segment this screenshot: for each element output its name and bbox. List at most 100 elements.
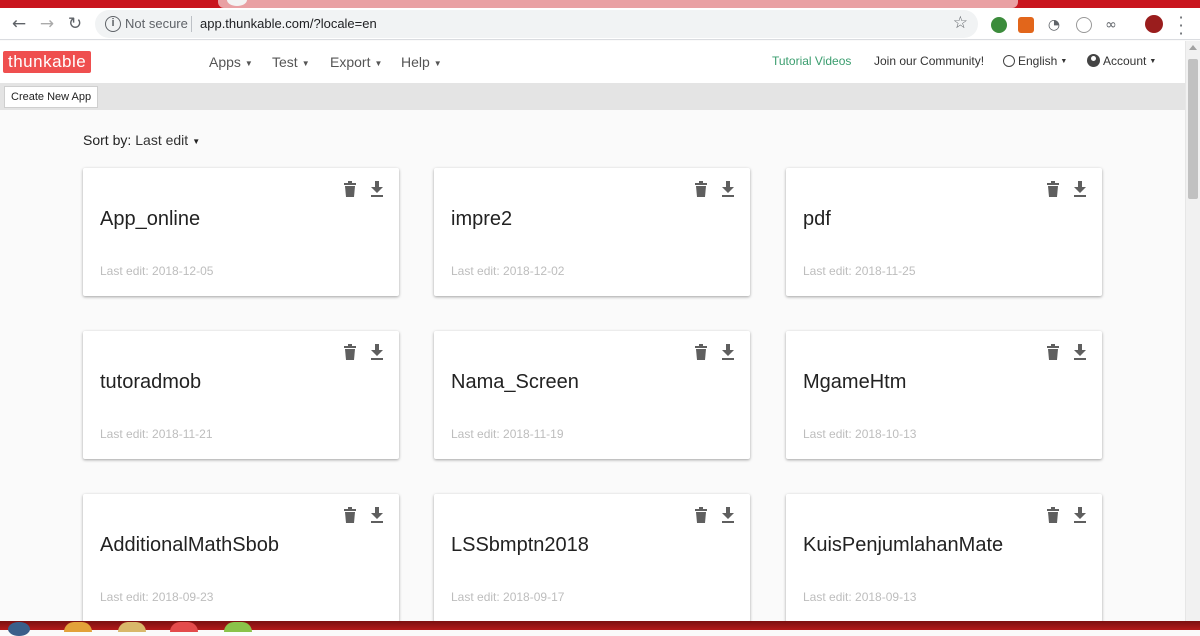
app-card-title[interactable]: LSSbmptn2018 [451,534,589,557]
app-card[interactable]: AdditionalMathSbob Last edit: 2018-09-23 [83,494,399,622]
app-card-last-edit: Last edit: 2018-11-25 [803,264,916,278]
caret-down-icon: ▼ [1060,58,1068,66]
back-arrow-icon[interactable]: ← [8,13,30,35]
caret-down-icon: ▼ [192,136,201,146]
download-icon[interactable] [370,507,384,523]
app-card-title[interactable]: KuisPenjumlahanMate [803,534,1003,557]
account-icon [1087,54,1100,67]
app-card-title[interactable]: pdf [803,208,831,231]
download-icon[interactable] [1073,507,1087,523]
app-card-last-edit: Last edit: 2018-09-17 [451,590,565,604]
nav-help[interactable]: Help ▼ [401,54,442,70]
app-card[interactable]: MgameHtm Last edit: 2018-10-13 [786,331,1102,459]
trash-icon[interactable] [695,344,707,360]
app-card[interactable]: tutoradmob Last edit: 2018-11-21 [83,331,399,459]
caret-down-icon: ▼ [1149,58,1157,66]
app-card-last-edit: Last edit: 2018-09-13 [803,590,917,604]
browser-tab[interactable] [218,0,1018,8]
action-bar: Create New App [0,83,1185,110]
nav-apps[interactable]: Apps ▼ [209,54,253,70]
account-label: Account [1103,54,1147,68]
nav-export-label: Export [330,54,371,70]
taskbar-firefox-icon[interactable] [64,622,92,632]
trash-icon[interactable] [1047,507,1059,523]
sort-control[interactable]: Sort by: Last edit ▼ [83,132,200,148]
url-text[interactable]: app.thunkable.com/?locale=en [200,16,377,31]
extension-counter-icon[interactable] [1076,17,1092,33]
thunkable-logo[interactable]: thunkable [3,51,92,73]
start-button-icon[interactable] [8,622,30,636]
profile-avatar[interactable] [1145,15,1163,33]
globe-icon [1003,55,1015,67]
info-icon[interactable]: i [105,16,121,32]
app-card-last-edit: Last edit: 2018-09-23 [100,590,214,604]
app-card-last-edit: Last edit: 2018-11-19 [451,427,564,441]
trash-icon[interactable] [1047,181,1059,197]
reload-icon[interactable]: ↻ [64,13,86,35]
download-icon[interactable] [721,507,735,523]
language-label: English [1018,54,1058,68]
nav-export[interactable]: Export ▼ [330,54,382,70]
sort-label: Sort by: [83,132,132,148]
extension-office-icon[interactable] [1018,17,1034,33]
page-scrollbar[interactable] [1185,41,1200,621]
taskbar-chrome-icon[interactable] [170,622,198,632]
caret-down-icon: ▼ [301,58,310,68]
app-card-title[interactable]: impre2 [451,208,512,231]
nav-test[interactable]: Test ▼ [272,54,310,70]
scroll-up-icon[interactable] [1189,45,1197,50]
app-card[interactable]: Nama_Screen Last edit: 2018-11-19 [434,331,750,459]
browser-menu-icon[interactable]: · · · [1176,10,1186,42]
download-icon[interactable] [370,181,384,197]
tutorial-videos-link[interactable]: Tutorial Videos [772,54,851,68]
browser-toolbar: ← → ↻ i Not secure app.thunkable.com/?lo… [0,8,1200,42]
trash-icon[interactable] [344,344,356,360]
taskbar-folder-icon[interactable] [118,622,146,632]
language-selector[interactable]: English ▼ [1003,54,1067,68]
omnibox-separator [191,16,192,32]
trash-icon[interactable] [695,507,707,523]
app-card-title[interactable]: App_online [100,208,200,231]
app-card-last-edit: Last edit: 2018-12-02 [451,264,565,278]
app-card[interactable]: impre2 Last edit: 2018-12-02 [434,168,750,296]
scrollbar-thumb[interactable] [1188,59,1198,199]
sort-value[interactable]: Last edit [135,132,188,148]
address-bar[interactable]: i Not secure app.thunkable.com/?locale=e… [95,10,978,38]
bookmark-star-icon[interactable]: ☆ [953,13,968,33]
trash-icon[interactable] [1047,344,1059,360]
trash-icon[interactable] [344,507,356,523]
nav-apps-label: Apps [209,54,241,70]
app-card-last-edit: Last edit: 2018-12-05 [100,264,214,278]
app-card-last-edit: Last edit: 2018-11-21 [100,427,213,441]
download-icon[interactable] [721,181,735,197]
trash-icon[interactable] [695,181,707,197]
app-card[interactable]: LSSbmptn2018 Last edit: 2018-09-17 [434,494,750,622]
account-menu[interactable]: Account ▼ [1087,54,1156,68]
forward-arrow-icon[interactable]: → [36,13,58,35]
app-header: thunkable Apps ▼ Test ▼ Export ▼ Help ▼ Tuto… [0,41,1185,83]
app-card[interactable]: KuisPenjumlahanMate Last edit: 2018-09-13 [786,494,1102,622]
extension-globe-icon[interactable] [991,17,1007,33]
tab-strip [0,0,1200,8]
caret-down-icon: ▼ [244,58,253,68]
app-card[interactable]: App_online Last edit: 2018-12-05 [83,168,399,296]
trash-icon[interactable] [344,181,356,197]
app-card-last-edit: Last edit: 2018-10-13 [803,427,917,441]
taskbar-app-icon[interactable] [224,622,252,632]
os-taskbar [0,621,1200,636]
extension-speed-icon[interactable]: ◔ [1046,17,1062,33]
nav-help-label: Help [401,54,430,70]
download-icon[interactable] [1073,344,1087,360]
download-icon[interactable] [1073,181,1087,197]
create-new-app-button[interactable]: Create New App [4,86,99,108]
download-icon[interactable] [370,344,384,360]
app-card-title[interactable]: tutoradmob [100,371,201,394]
security-label: Not secure [125,16,188,31]
app-card-title[interactable]: Nama_Screen [451,371,579,394]
app-card-title[interactable]: MgameHtm [803,371,906,394]
app-card[interactable]: pdf Last edit: 2018-11-25 [786,168,1102,296]
community-link[interactable]: Join our Community! [874,54,984,68]
app-card-title[interactable]: AdditionalMathSbob [100,534,279,557]
download-icon[interactable] [721,344,735,360]
extension-infinity-icon[interactable]: ∞ [1103,17,1119,33]
